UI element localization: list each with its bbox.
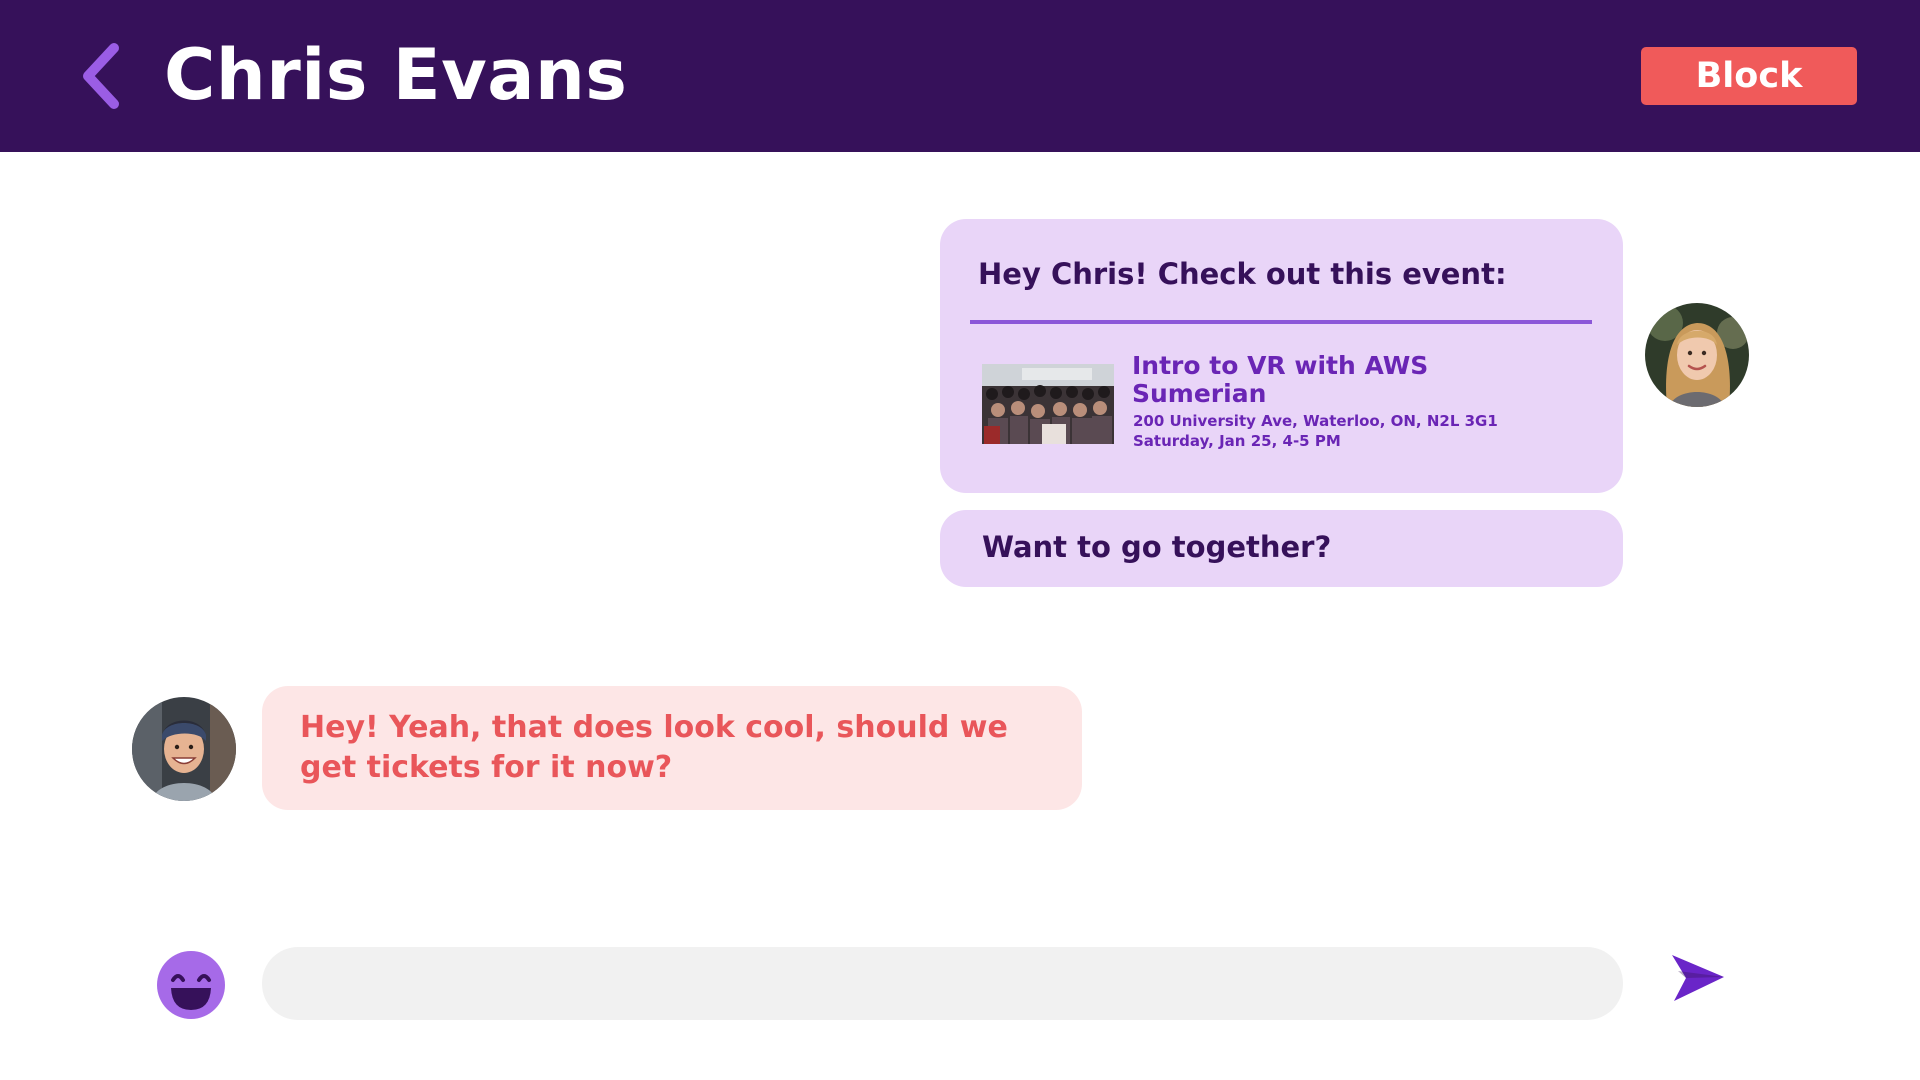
event-title: Intro to VR with AWS Sumerian	[1132, 351, 1429, 408]
send-button[interactable]	[1670, 951, 1726, 1005]
event-intro-text: Hey Chris! Check out this event:	[978, 257, 1507, 291]
emoji-button[interactable]	[156, 950, 226, 1020]
contact-name: Chris Evans	[164, 34, 628, 116]
avatar-contact	[132, 697, 236, 801]
back-button[interactable]	[78, 40, 124, 112]
message-text: Want to go together?	[982, 530, 1332, 564]
paper-plane-send-icon	[1672, 955, 1724, 1001]
event-time: Saturday, Jan 25, 4-5 PM	[1133, 432, 1341, 450]
smiley-face-icon	[157, 951, 225, 1019]
message-input[interactable]	[262, 947, 1623, 1020]
block-button[interactable]: Block	[1641, 47, 1857, 105]
event-card[interactable]: Intro to VR with AWS Sumerian 200 Univer…	[982, 352, 1582, 467]
chat-header: Chris Evans Block	[0, 0, 1920, 152]
chevron-left-icon	[83, 43, 119, 109]
event-thumbnail	[982, 364, 1114, 444]
message-text: Hey! Yeah, that does look cool, should w…	[300, 710, 1008, 785]
event-address: 200 University Ave, Waterloo, ON, N2L 3G…	[1133, 412, 1498, 430]
divider	[970, 320, 1592, 324]
incoming-message: Hey! Yeah, that does look cool, should w…	[262, 686, 1082, 810]
outgoing-message-event: Hey Chris! Check out this event: Intro t…	[940, 219, 1623, 493]
outgoing-message: Want to go together?	[940, 510, 1623, 587]
avatar-self	[1645, 303, 1749, 407]
